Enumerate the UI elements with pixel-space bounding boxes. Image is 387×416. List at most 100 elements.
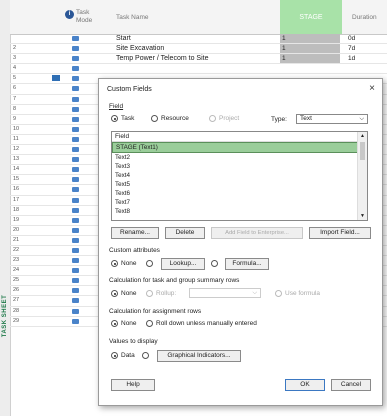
calc-assignment-label: Calculation for assignment rows — [109, 308, 202, 315]
radio-resource-label: Resource — [161, 115, 189, 122]
list-item[interactable]: STAGE (Text1) — [112, 142, 367, 153]
import-field-button[interactable]: Import Field... — [309, 227, 371, 239]
row-number: 17 — [13, 196, 20, 203]
radio-values-data-dot[interactable] — [111, 352, 118, 359]
values-to-display-label: Values to display — [109, 338, 158, 345]
graphical-indicators-button[interactable]: Graphical Indicators... — [157, 350, 241, 362]
type-value: Text — [300, 115, 312, 122]
radio-assign-rolldown-dot[interactable] — [146, 320, 153, 327]
rename-button[interactable]: Rename... — [111, 227, 159, 239]
task-mode-icon — [72, 298, 79, 304]
duration-cell[interactable]: 7d — [348, 44, 355, 53]
type-label: Type: — [271, 116, 287, 123]
task-name-cell[interactable]: Start — [116, 34, 131, 43]
task-mode-icon — [72, 86, 79, 92]
radio-attr-lookup-dot[interactable] — [146, 260, 153, 267]
header-duration[interactable]: Duration — [352, 0, 377, 34]
list-item[interactable]: Text3 — [112, 162, 367, 171]
field-list-scrollbar[interactable]: ▲ ▼ — [357, 132, 367, 220]
radio-summary-rollup-label: Rollup: — [156, 290, 177, 297]
radio-values-graphical-dot[interactable] — [142, 352, 149, 359]
duration-cell[interactable]: 1d — [348, 54, 355, 63]
lookup-button[interactable]: Lookup... — [161, 258, 205, 270]
task-mode-icon — [72, 247, 79, 253]
header-stage[interactable]: STAGE — [280, 0, 342, 34]
task-mode-icon — [72, 207, 79, 213]
row-number: 6 — [13, 85, 17, 92]
radio-summary-rollup-dot — [146, 290, 153, 297]
stage-cell[interactable]: 1 — [280, 34, 340, 43]
task-mode-icon — [72, 217, 79, 223]
row-number: 7 — [13, 95, 17, 102]
row-number: 13 — [13, 156, 20, 163]
row-number: 27 — [13, 297, 20, 304]
field-list[interactable]: Field STAGE (Text1) Text2 Text3 Text4 Text5 T… — [111, 131, 368, 221]
row-number: 23 — [13, 257, 20, 264]
list-item[interactable]: Text7 — [112, 198, 367, 207]
task-mode-icon — [72, 147, 79, 153]
radio-values-graphical[interactable] — [142, 352, 152, 359]
radio-assign-rolldown[interactable]: Roll down unless manually entered — [146, 320, 257, 327]
radio-values-data-label: Data — [121, 352, 135, 359]
task-mode-icon — [72, 76, 79, 82]
task-mode-icon — [72, 56, 79, 62]
radio-attr-lookup[interactable] — [146, 260, 156, 267]
row-number: 18 — [13, 206, 20, 213]
radio-task-label: Task — [121, 115, 135, 122]
task-name-cell[interactable]: Site Excavation — [116, 44, 164, 53]
duration-cell[interactable]: 0d — [348, 34, 355, 43]
header-task-name[interactable]: Task Name — [116, 0, 149, 34]
table-row[interactable]: 2 Site Excavation 1 7d — [10, 44, 387, 55]
radio-values-data[interactable]: Data — [111, 352, 135, 359]
list-item[interactable]: Text6 — [112, 189, 367, 198]
radio-use-formula-label: Use formula — [285, 290, 321, 297]
row-number: 29 — [13, 317, 20, 324]
radio-attr-none-dot[interactable] — [111, 260, 118, 267]
close-icon[interactable]: × — [369, 83, 375, 94]
radio-task[interactable]: Task — [111, 115, 134, 122]
radio-resource[interactable]: Resource — [151, 115, 189, 122]
header-task-mode[interactable]: Task Mode — [76, 0, 98, 34]
radio-assign-none-dot[interactable] — [111, 320, 118, 327]
radio-assign-none[interactable]: None — [111, 320, 137, 327]
custom-fields-dialog: Custom Fields × Field Task Resource Proj… — [98, 78, 383, 406]
stage-cell[interactable]: 1 — [280, 44, 340, 54]
list-item[interactable]: Text8 — [112, 207, 367, 216]
list-item[interactable]: Text5 — [112, 180, 367, 189]
task-mode-icon — [72, 187, 79, 193]
task-mode-icon — [72, 268, 79, 274]
table-row[interactable]: 3 Temp Power / Telecom to Site 1 1d — [10, 54, 387, 65]
radio-summary-none[interactable]: None — [111, 290, 137, 297]
radio-summary-none-dot[interactable] — [111, 290, 118, 297]
table-row[interactable]: 4 — [10, 64, 387, 75]
delete-button[interactable]: Delete — [165, 227, 205, 239]
scroll-down-icon[interactable]: ▼ — [360, 213, 365, 219]
row-number: 11 — [13, 135, 19, 142]
list-item[interactable]: Text2 — [112, 153, 367, 162]
task-mode-icon — [72, 106, 79, 112]
radio-use-formula: Use formula — [275, 290, 320, 297]
notes-indicator-icon[interactable] — [52, 75, 60, 82]
task-mode-icon — [72, 278, 79, 284]
row-number: 15 — [13, 176, 20, 183]
formula-button[interactable]: Formula... — [225, 258, 269, 270]
task-name-cell[interactable]: Temp Power / Telecom to Site — [116, 54, 208, 63]
ok-button[interactable]: OK — [285, 379, 325, 391]
radio-attr-none[interactable]: None — [111, 260, 137, 267]
calc-summary-label: Calculation for task and group summary r… — [109, 277, 240, 284]
radio-task-dot[interactable] — [111, 115, 118, 122]
cancel-button[interactable]: Cancel — [331, 379, 371, 391]
table-row[interactable]: Start 1 0d — [10, 34, 387, 45]
scroll-up-icon[interactable]: ▲ — [360, 133, 365, 139]
radio-attr-formula-dot[interactable] — [211, 260, 218, 267]
radio-resource-dot[interactable] — [151, 115, 158, 122]
radio-attr-formula[interactable] — [211, 260, 221, 267]
stage-cell[interactable]: 1 — [280, 54, 340, 64]
task-mode-icon — [72, 237, 79, 243]
type-select[interactable]: Text ⌵ — [296, 114, 368, 124]
help-button[interactable]: Help — [111, 379, 155, 391]
task-mode-icon — [72, 308, 79, 314]
scroll-thumb[interactable] — [360, 142, 365, 160]
list-item[interactable]: Text4 — [112, 171, 367, 180]
task-mode-icon — [72, 116, 79, 122]
